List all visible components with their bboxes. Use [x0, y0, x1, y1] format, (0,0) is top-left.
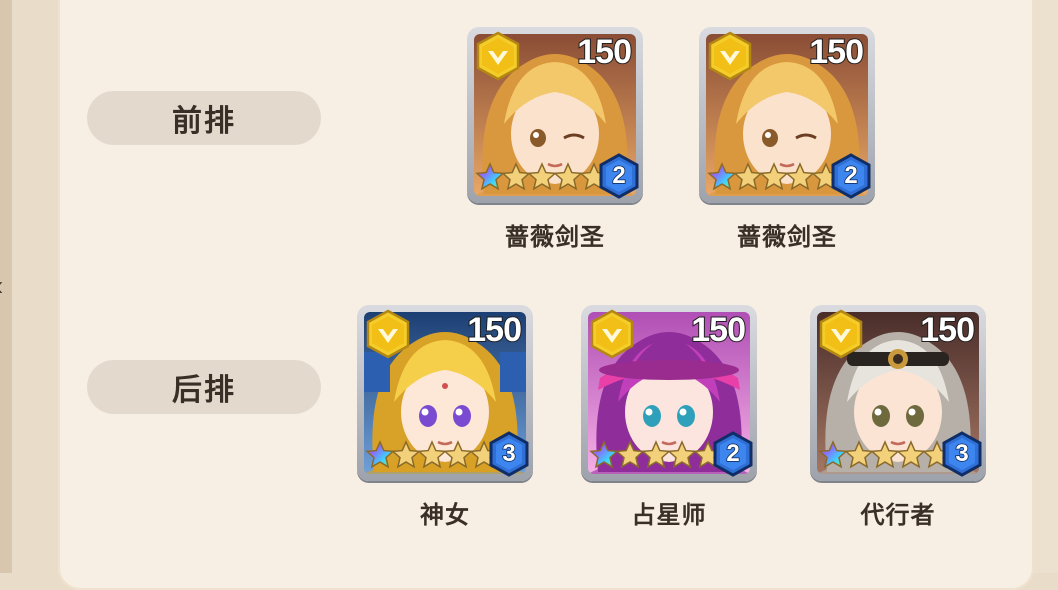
hero-rank-number: 3: [955, 439, 970, 468]
hero-rank-number: 2: [726, 439, 741, 468]
hero-card-4[interactable]: 150 2 占星师: [581, 305, 761, 529]
hero-level: 150: [808, 32, 865, 72]
hero-frame: 150 2: [699, 27, 875, 203]
hero-name: 蔷薇剑圣: [737, 224, 837, 251]
back-row-label: 后排: [87, 360, 321, 414]
hero-level: 150: [919, 310, 976, 350]
hero-frame: 150 2: [581, 305, 757, 481]
gold-rank-badge-icon: [816, 309, 866, 359]
star-rating: [818, 437, 952, 473]
hero-card-5[interactable]: 150 3 代行者: [810, 305, 990, 529]
gold-rank-badge-icon: [705, 31, 755, 81]
hero-card-2[interactable]: 150 2 蔷薇剑圣: [699, 27, 879, 251]
hero-frame: 150 2: [467, 27, 643, 203]
hero-frame: 150 3: [357, 305, 533, 481]
background-right: [1034, 0, 1058, 573]
hero-card-1[interactable]: 150 2 蔷薇剑圣: [467, 27, 647, 251]
hero-rank-number: 2: [844, 161, 859, 190]
gold-rank-badge-icon: [363, 309, 413, 359]
hero-name: 占星师: [631, 502, 707, 529]
hero-level: 150: [576, 32, 633, 72]
hero-name: 蔷薇剑圣: [505, 224, 605, 251]
hero-name: 神女: [420, 502, 470, 529]
star-rating: [475, 159, 609, 195]
gold-rank-badge-icon: [587, 309, 637, 359]
star-rating: [707, 159, 841, 195]
hero-rank-number: 2: [612, 161, 627, 190]
hero-frame: 150 3: [810, 305, 986, 481]
gold-rank-badge-icon: [473, 31, 523, 81]
hero-level: 150: [466, 310, 523, 350]
back-chevron-icon[interactable]: ‹: [0, 272, 8, 300]
hero-name: 代行者: [860, 502, 936, 529]
front-row-label: 前排: [87, 91, 321, 145]
hero-level: 150: [690, 310, 747, 350]
hero-rank-number: 3: [502, 439, 517, 468]
hero-card-3[interactable]: 150 3 神女: [357, 305, 537, 529]
star-rating: [589, 437, 723, 473]
star-rating: [365, 437, 499, 473]
